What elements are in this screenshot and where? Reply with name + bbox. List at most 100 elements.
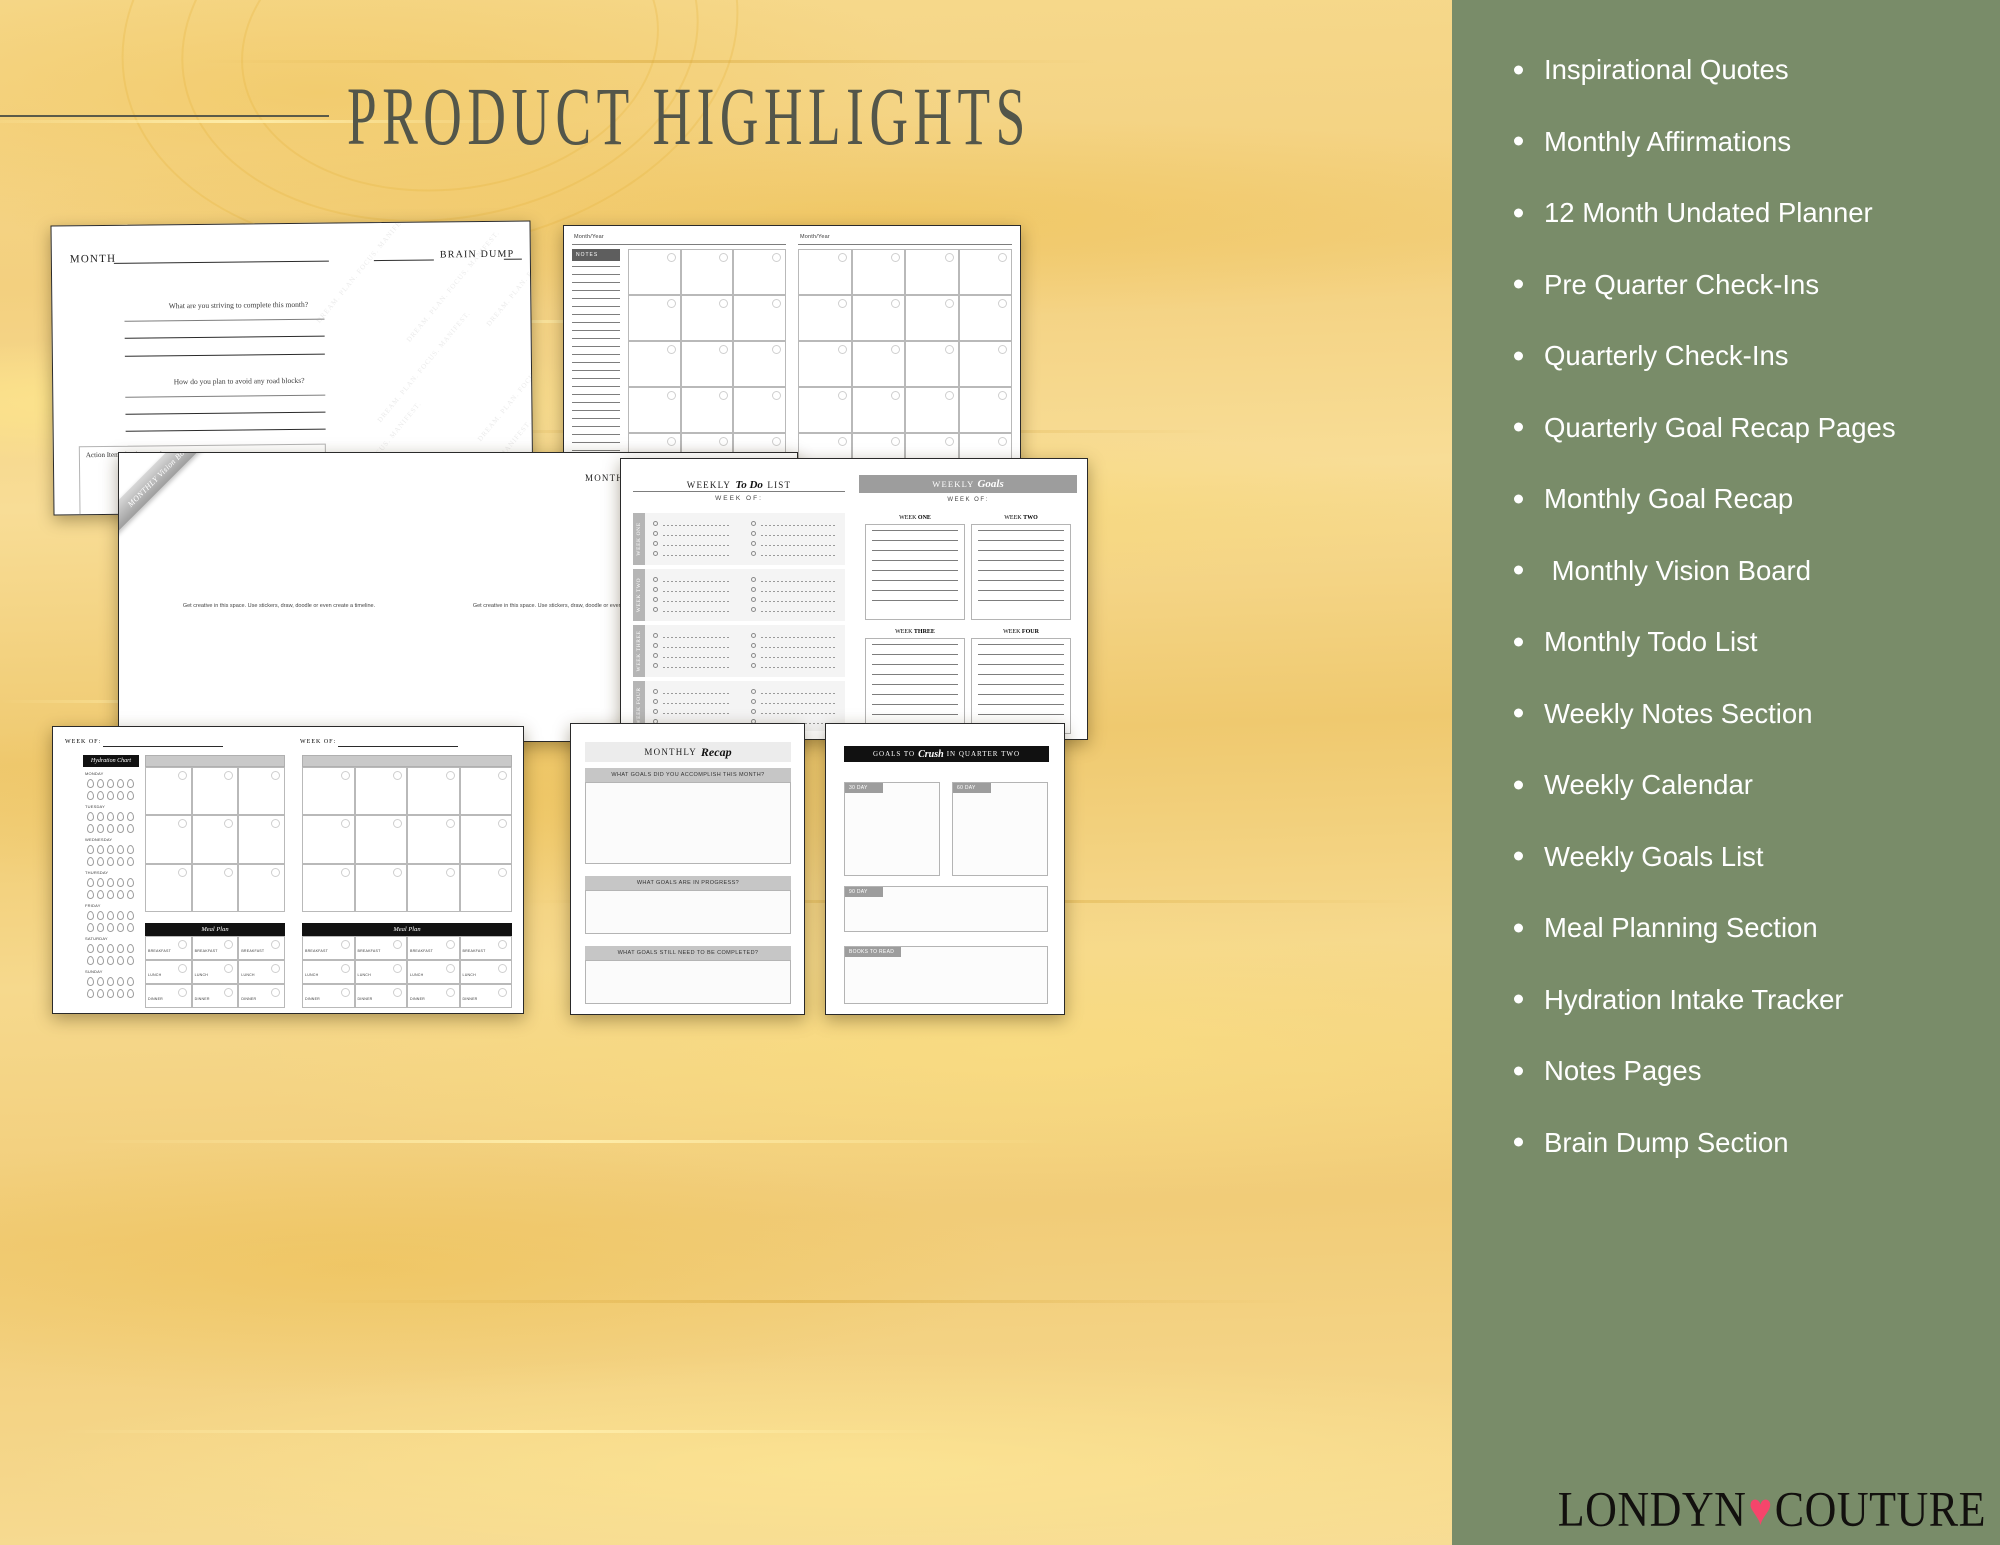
day-label: FRIDAY	[85, 903, 101, 908]
feature-item-monthly-vision-board[interactable]: Monthly Vision Board	[1508, 535, 1974, 607]
meal-row-label: LUNCH	[148, 973, 162, 977]
feature-label: Hydration Intake Tracker	[1544, 983, 1844, 1015]
mockup-monthly-recap: MONTHLY Recap WHAT GOALS DID YOU ACCOMPL…	[570, 723, 805, 1015]
logo-word-one: LONDYN	[1557, 1482, 1747, 1537]
feature-item-quarterly-check-ins[interactable]: Quarterly Check-Ins	[1508, 320, 1974, 392]
meal-row-label: LUNCH	[462, 973, 476, 977]
feature-item-pre-quarter-check-ins[interactable]: Pre Quarter Check-Ins	[1508, 249, 1974, 321]
feature-label: Monthly Affirmations	[1544, 125, 1792, 157]
meal-row-label: LUNCH	[241, 973, 255, 977]
meal-row-label: DINNER	[241, 997, 257, 1001]
vision-board-ribbon-top: MONTHLY Vision Board	[119, 452, 221, 535]
feature-list: Inspirational Quotes Monthly Affirmation…	[1452, 34, 2000, 1178]
notes-label: NOTES	[572, 249, 620, 261]
month-label: MONTH	[69, 252, 117, 266]
features-sidebar: Inspirational Quotes Monthly Affirmation…	[1452, 0, 2000, 1545]
meal-row-label: LUNCH	[357, 973, 371, 977]
week-tab-label: WEEK FOUR	[636, 687, 642, 725]
goal-card-name: ONE	[917, 515, 931, 521]
goals-crush-title-pre: GOALS TO	[872, 750, 916, 758]
goal-box-label-90: 90 DAY	[845, 887, 883, 897]
feature-item-quarterly-goal-recap-pages[interactable]: Quarterly Goal Recap Pages	[1508, 392, 1974, 464]
month-year-label: Month/Year	[574, 234, 604, 240]
weekly-todo-week-of: WEEK OF:	[715, 495, 763, 502]
feature-item-monthly-todo-list[interactable]: Monthly Todo List	[1508, 606, 1974, 678]
feature-label: Monthly Vision Board	[1544, 554, 1811, 586]
goal-card-prefix: WEEK	[895, 629, 913, 635]
meal-row-label: BREAKFAST	[462, 949, 486, 953]
week-of-label-right: WEEK OF:	[300, 739, 337, 745]
feature-item-meal-planning-section[interactable]: Meal Planning Section	[1508, 892, 1974, 964]
weekly-todo-title-post: LIST	[767, 480, 792, 490]
vision-month-label: MONTH	[585, 473, 624, 483]
goal-card-name: FOUR	[1021, 629, 1039, 635]
page-title-block: PRODUCT HIGHLIGHTS	[0, 70, 1090, 162]
feature-label: Meal Planning Section	[1544, 912, 1818, 944]
meal-row-label: DINNER	[305, 997, 320, 1001]
ribbon-label-top: MONTHLY Vision Board	[125, 452, 195, 509]
day-label: WEDNESDAY	[85, 837, 113, 842]
feature-item-weekly-goals-list[interactable]: Weekly Goals List	[1508, 821, 1974, 893]
feature-label: Inspirational Quotes	[1544, 54, 1789, 86]
goal-box-label-30: 30 DAY	[845, 783, 883, 793]
feature-item-weekly-notes-section[interactable]: Weekly Notes Section	[1508, 678, 1974, 750]
weekly-todo-title-pre: WEEKLY	[686, 480, 732, 490]
goals-crush-title-post: IN QUARTER TWO	[946, 750, 1021, 758]
meal-plan-title: Meal Plan	[145, 923, 285, 936]
watermark-text: DREAM. PLAN. FOCUS. MANIFEST.	[314, 220, 411, 325]
feature-item-weekly-calendar[interactable]: Weekly Calendar	[1508, 749, 1974, 821]
brand-logo: LONDYN ♥ COUTURE	[1558, 1481, 1986, 1538]
goal-box-label-60: 60 DAY	[953, 783, 991, 793]
recap-section-accomplished: WHAT GOALS DID YOU ACCOMPLISH THIS MONTH…	[585, 768, 791, 782]
meal-row-label: DINNER	[194, 997, 210, 1001]
meal-row-label: LUNCH	[410, 973, 424, 977]
meal-row-label: BREAKFAST	[148, 949, 171, 953]
week-tab-label: WEEK THREE	[636, 630, 642, 672]
page-title: PRODUCT HIGHLIGHTS	[346, 69, 1031, 163]
meal-row-label: DINNER	[410, 997, 425, 1001]
feature-item-notes-pages[interactable]: Notes Pages	[1508, 1035, 1974, 1107]
title-divider-rule	[0, 115, 329, 117]
meal-row-label: DINNER	[357, 997, 373, 1001]
weekly-todo-title-script: To Do	[735, 479, 763, 491]
calendar-grid-right	[798, 249, 1012, 479]
goals-crush-title-script: Crush	[918, 748, 944, 760]
calendar-grid-left	[628, 249, 786, 479]
weekly-grid-right	[302, 767, 512, 912]
monthly-recap-title-script: Recap	[700, 744, 732, 759]
month-year-label: Month/Year	[800, 234, 830, 240]
feature-item-12-month-undated-planner[interactable]: 12 Month Undated Planner	[1508, 177, 1974, 249]
mockup-goals-to-crush: GOALS TO Crush IN QUARTER TWO 30 DAY 60 …	[825, 723, 1065, 1015]
meal-row-label: BREAKFAST	[194, 949, 218, 953]
week-tab-label: WEEK ONE	[636, 522, 642, 556]
feature-item-monthly-affirmations[interactable]: Monthly Affirmations	[1508, 106, 1974, 178]
day-label: SATURDAY	[85, 936, 108, 941]
week-of-label-left: WEEK OF:	[65, 739, 102, 745]
feature-item-hydration-intake-tracker[interactable]: Hydration Intake Tracker	[1508, 964, 1974, 1036]
hydration-chart-title: Hydration Chart	[83, 755, 139, 767]
prompt-roadblocks: How do you plan to avoid any road blocks…	[173, 375, 305, 387]
monthly-recap-title-pre: MONTHLY	[644, 747, 697, 757]
feature-item-brain-dump-section[interactable]: Brain Dump Section	[1508, 1107, 1974, 1179]
feature-item-inspirational-quotes[interactable]: Inspirational Quotes	[1508, 34, 1974, 106]
feature-label: Monthly Todo List	[1544, 626, 1758, 658]
feature-label: Weekly Calendar	[1544, 769, 1753, 801]
feature-label: Quarterly Check-Ins	[1544, 340, 1789, 372]
week-tab-label: WEEK TWO	[636, 577, 642, 613]
feature-label: Pre Quarter Check-Ins	[1544, 268, 1820, 300]
meal-plan-title: Meal Plan	[302, 923, 512, 936]
feature-item-monthly-goal-recap[interactable]: Monthly Goal Recap	[1508, 463, 1974, 535]
feature-label: 12 Month Undated Planner	[1544, 197, 1873, 229]
meal-row-label: LUNCH	[305, 973, 319, 977]
weekly-goals-title-pre: WEEKLY	[932, 479, 975, 489]
goal-card-prefix: WEEK	[899, 515, 917, 521]
weekly-goals-title-script: Goals	[977, 478, 1004, 490]
mockup-weekly-spread: WEEK OF: Hydration Chart MONDAY TUESDAY …	[52, 726, 524, 1014]
feature-label: Weekly Goals List	[1544, 840, 1764, 872]
recap-section-in-progress: WHAT GOALS ARE IN PROGRESS?	[585, 876, 791, 890]
meal-row-label: BREAKFAST	[357, 949, 381, 953]
goal-card-prefix: WEEK	[1003, 629, 1021, 635]
feature-label: Quarterly Goal Recap Pages	[1544, 411, 1896, 443]
weekly-goals-week-of: WEEK OF:	[947, 497, 989, 503]
feature-label: Notes Pages	[1544, 1055, 1702, 1087]
